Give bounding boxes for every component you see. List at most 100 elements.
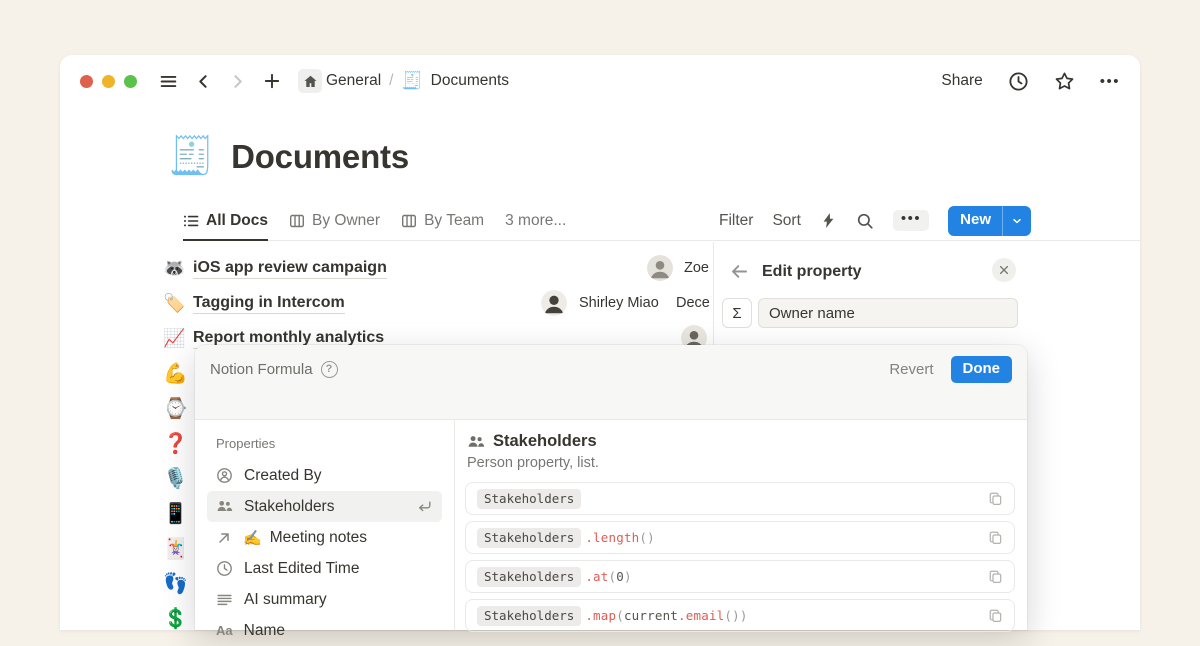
sidebar-item-label: Stakeholders: [244, 498, 334, 516]
table-row[interactable]: 🏷️ Tagging in Intercom Shirley Miao Dece: [163, 286, 773, 321]
help-icon[interactable]: ?: [321, 361, 338, 378]
row-emoji: 💪: [163, 361, 188, 386]
share-button[interactable]: Share: [941, 72, 982, 90]
close-window-button[interactable]: [80, 75, 93, 88]
home-icon[interactable]: [298, 69, 322, 93]
text-property-icon: Aa: [216, 623, 233, 638]
sidebar-item-label: Last Edited Time: [244, 560, 359, 578]
tab-label: All Docs: [206, 212, 268, 230]
page-title-emoji: 🧾: [168, 135, 214, 178]
breadcrumb-page[interactable]: Documents: [431, 72, 509, 90]
properties-sidebar: Properties Created By Stakeholders: [195, 420, 455, 630]
detail-subtitle: Person property, list.: [467, 455, 1015, 471]
sidebar-menu-icon[interactable]: [159, 72, 178, 91]
row-person: Zoe: [684, 260, 709, 276]
history-clock-icon[interactable]: [1008, 71, 1029, 92]
page-title-text: Documents: [231, 138, 409, 176]
sidebar-item-last-edited-time[interactable]: Last Edited Time: [207, 553, 442, 584]
row-person: Shirley Miao: [579, 295, 659, 311]
property-name-input[interactable]: Owner name: [758, 298, 1018, 328]
breadcrumb-workspace[interactable]: General: [326, 72, 381, 90]
sidebar-item-created-by[interactable]: Created By: [207, 460, 442, 491]
filter-button[interactable]: Filter: [719, 212, 753, 230]
row-title[interactable]: iOS app review campaign: [193, 259, 387, 279]
avatar: [647, 255, 673, 281]
copy-icon[interactable]: [988, 491, 1003, 506]
minimize-window-button[interactable]: [102, 75, 115, 88]
formula-example[interactable]: Stakeholders .at(0): [465, 560, 1015, 593]
panel-title: Edit property: [762, 263, 862, 281]
zoom-window-button[interactable]: [124, 75, 137, 88]
property-chip: Stakeholders: [477, 567, 581, 587]
row-emoji: 📈: [163, 328, 193, 349]
copy-icon[interactable]: [988, 608, 1003, 623]
sidebar-item-meeting-notes[interactable]: ✍️ Meeting notes: [207, 522, 442, 553]
sidebar-item-stakeholders[interactable]: Stakeholders: [207, 491, 442, 522]
close-icon[interactable]: [992, 258, 1016, 282]
dialog-header: Notion Formula ? Revert Done: [195, 345, 1027, 420]
view-tabbar: All Docs By Owner By Team 3 more... Filt…: [183, 201, 1140, 241]
dialog-title: Notion Formula: [210, 361, 313, 378]
copy-icon[interactable]: [988, 569, 1003, 584]
property-chip: Stakeholders: [477, 528, 581, 548]
sidebar-item-name[interactable]: Aa Name: [207, 615, 442, 646]
window-controls: [80, 75, 137, 88]
enter-return-icon: [416, 498, 433, 515]
formula-example[interactable]: Stakeholders .map(current.email()): [465, 599, 1015, 632]
list-view-icon: [183, 213, 199, 229]
done-button[interactable]: Done: [951, 356, 1013, 383]
forward-icon[interactable]: [229, 73, 246, 90]
app-window: General / 🧾 Documents Share ••• 🧾 Docume…: [60, 55, 1140, 630]
favorite-star-icon[interactable]: [1054, 71, 1075, 92]
row-emoji: 🃏: [163, 536, 188, 561]
automation-lightning-icon[interactable]: [820, 212, 837, 229]
sidebar-item-ai-summary[interactable]: AI summary: [207, 584, 442, 615]
row-emoji: 💲: [163, 606, 188, 630]
back-icon[interactable]: [195, 73, 212, 90]
row-emoji: 👣: [163, 571, 188, 596]
breadcrumb: General / 🧾 Documents: [326, 71, 509, 91]
new-tab-icon[interactable]: [263, 72, 281, 90]
formula-code: .at(0): [585, 569, 631, 584]
detail-title: Stakeholders: [493, 432, 597, 451]
board-view-icon: [289, 213, 305, 229]
sidebar-item-label: Created By: [244, 467, 322, 485]
property-chip: Stakeholders: [477, 489, 581, 509]
tab-more-views[interactable]: 3 more...: [505, 201, 566, 240]
view-options-icon[interactable]: •••: [893, 210, 929, 231]
text-lines-icon: [216, 591, 233, 608]
row-title[interactable]: Tagging in Intercom: [193, 294, 345, 314]
person-circle-icon: [216, 467, 233, 484]
sidebar-item-label: Name: [244, 622, 285, 640]
people-icon: [467, 433, 485, 451]
row-date: Dece: [676, 295, 710, 311]
row-emoji: 📱: [163, 501, 188, 526]
table-row[interactable]: 🦝 iOS app review campaign Zoe: [163, 251, 773, 286]
row-emoji: 🦝: [163, 258, 193, 279]
page-title: 🧾 Documents: [168, 135, 409, 178]
tab-by-team[interactable]: By Team: [401, 201, 484, 240]
search-icon[interactable]: [856, 212, 874, 230]
property-chip: Stakeholders: [477, 606, 581, 626]
formula-example[interactable]: Stakeholders: [465, 482, 1015, 515]
row-emoji: ❓: [163, 431, 188, 456]
avatar: [541, 290, 567, 316]
sort-button[interactable]: Sort: [772, 212, 800, 230]
notion-formula-dialog: Notion Formula ? Revert Done Properties …: [195, 345, 1027, 630]
formula-type-button[interactable]: Σ: [722, 298, 752, 328]
back-arrow-icon[interactable]: [730, 262, 749, 281]
copy-icon[interactable]: [988, 530, 1003, 545]
board-view-icon: [401, 213, 417, 229]
formula-example[interactable]: Stakeholders .length(): [465, 521, 1015, 554]
breadcrumb-separator: /: [389, 72, 393, 90]
tab-label: 3 more...: [505, 212, 566, 230]
new-button-group: New: [948, 206, 1031, 236]
more-options-icon[interactable]: •••: [1100, 73, 1120, 90]
new-dropdown-button[interactable]: [1002, 206, 1031, 236]
tab-all-docs[interactable]: All Docs: [183, 201, 268, 240]
row-emoji: ⌚: [163, 396, 188, 421]
clock-icon: [216, 560, 233, 577]
tab-by-owner[interactable]: By Owner: [289, 201, 380, 240]
revert-button[interactable]: Revert: [889, 361, 933, 378]
new-button[interactable]: New: [948, 206, 1002, 236]
